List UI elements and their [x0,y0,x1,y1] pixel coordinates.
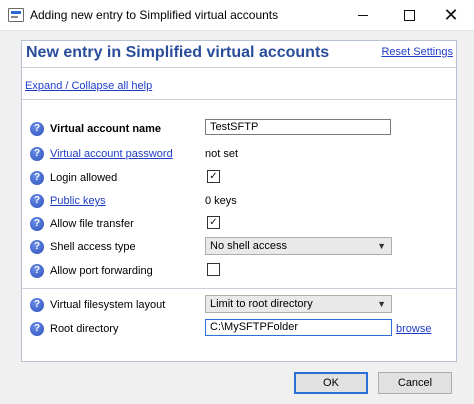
root-directory-input[interactable]: C:\MySFTPFolder [205,319,392,336]
row-fs-layout: ? Virtual filesystem layout Limit to roo… [22,295,456,315]
help-icon[interactable]: ? [30,217,44,231]
panel-title: New entry in Simplified virtual accounts [26,44,330,61]
shell-access-select[interactable]: No shell access ▼ [205,237,392,255]
port-forwarding-label: Allow port forwarding [50,265,153,277]
window-title: Adding new entry to Simplified virtual a… [30,8,279,22]
help-icon[interactable]: ? [30,171,44,185]
password-status: not set [205,148,239,160]
minimize-icon [358,14,368,16]
cancel-button[interactable]: Cancel [378,372,452,394]
app-window-icon [8,8,24,22]
file-transfer-label: Allow file transfer [50,218,134,230]
expand-collapse-help-link[interactable]: Expand / Collapse all help [25,80,152,92]
help-icon[interactable]: ? [30,194,44,208]
help-icon[interactable]: ? [30,264,44,278]
fs-layout-label: Virtual filesystem layout [50,299,166,311]
help-icon[interactable]: ? [30,298,44,312]
shell-access-value: No shell access [210,240,288,252]
public-keys-count: 0 keys [205,195,237,207]
root-directory-label: Root directory [50,323,119,335]
account-name-input[interactable]: TestSFTP [205,119,391,135]
row-root-directory: ? Root directory C:\MySFTPFolder browse [22,319,456,339]
shell-access-label: Shell access type [50,241,136,253]
close-icon: ✕ [443,4,459,25]
row-shell-access: ? Shell access type No shell access ▼ [22,237,456,257]
help-icon[interactable]: ? [30,122,44,136]
header-divider [22,67,456,68]
browse-link[interactable]: browse [396,323,431,335]
row-public-keys: ? Public keys 0 keys [22,191,456,211]
account-name-label: Virtual account name [50,123,162,135]
row-login-allowed: ? Login allowed ✓ [22,168,456,188]
password-link[interactable]: Virtual account password [50,148,173,160]
fs-layout-select[interactable]: Limit to root directory ▼ [205,295,392,313]
maximize-icon [403,9,415,21]
ok-button[interactable]: OK [294,372,368,394]
port-forwarding-checkbox[interactable] [207,263,220,276]
login-allowed-label: Login allowed [50,172,118,184]
title-bar: Adding new entry to Simplified virtual a… [0,0,474,31]
help-divider [22,99,456,100]
help-icon[interactable]: ? [30,240,44,254]
maximize-button[interactable] [386,0,432,30]
minimize-button[interactable] [340,0,386,30]
row-port-forwarding: ? Allow port forwarding [22,261,456,281]
row-file-transfer: ? Allow file transfer ✓ [22,214,456,234]
login-allowed-checkbox[interactable]: ✓ [207,170,220,183]
settings-panel: New entry in Simplified virtual accounts… [21,40,457,362]
chevron-down-icon: ▼ [377,299,386,309]
close-button[interactable]: ✕ [428,0,474,30]
file-transfer-checkbox[interactable]: ✓ [207,216,220,229]
row-account-name: ? Virtual account name TestSFTP [22,119,456,139]
row-password: ? Virtual account password not set [22,144,456,164]
reset-settings-link[interactable]: Reset Settings [381,46,453,58]
public-keys-link[interactable]: Public keys [50,195,106,207]
section-divider [22,288,456,289]
chevron-down-icon: ▼ [377,241,386,251]
help-icon[interactable]: ? [30,322,44,336]
help-icon[interactable]: ? [30,147,44,161]
fs-layout-value: Limit to root directory [210,298,313,310]
